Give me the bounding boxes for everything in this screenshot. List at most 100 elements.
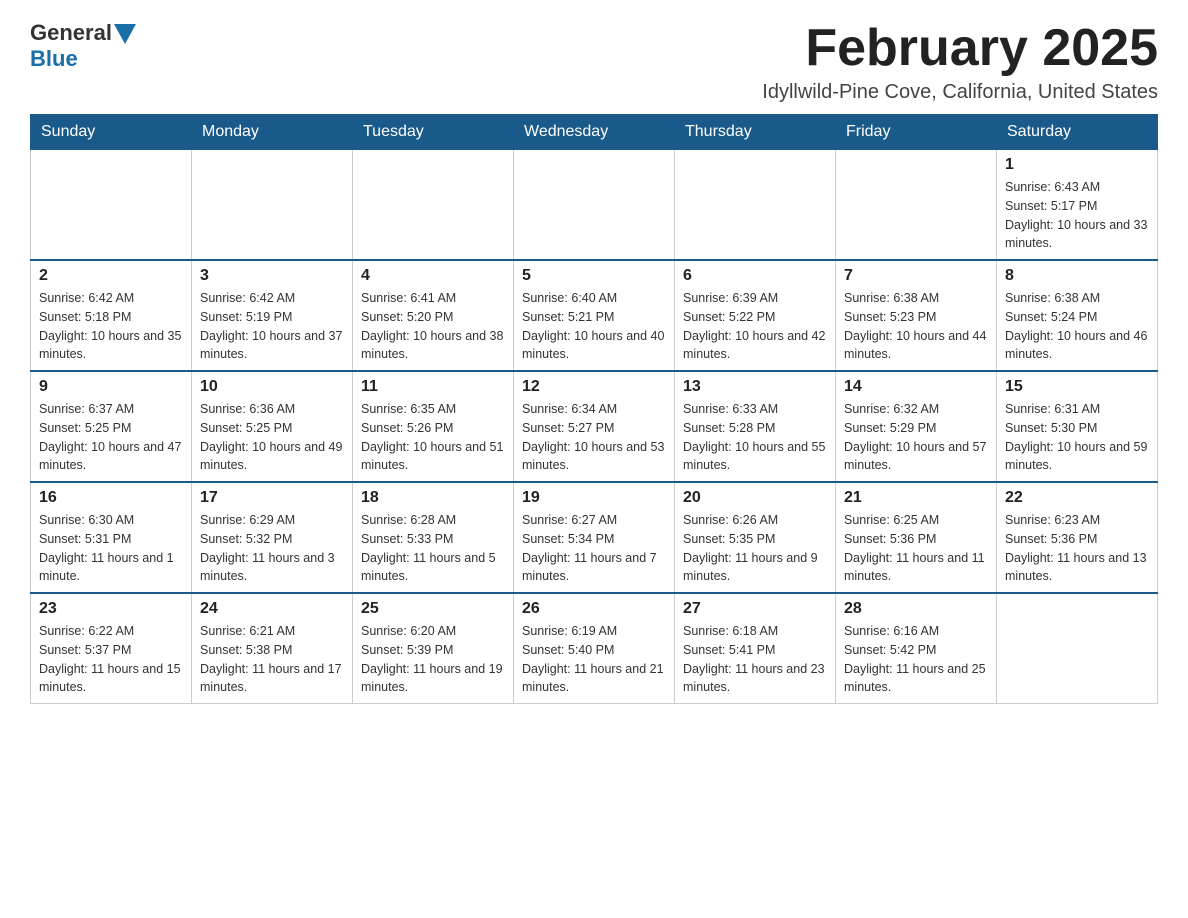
calendar-cell: 12Sunrise: 6:34 AM Sunset: 5:27 PM Dayli…: [514, 371, 675, 482]
day-number: 18: [361, 489, 505, 507]
title-section: February 2025 Idyllwild-Pine Cove, Calif…: [762, 20, 1158, 104]
calendar-cell: 13 Sunrise: 6:33 AM Sunset: 5:28 PM Dayli…: [675, 371, 836, 482]
calendar-cell: 1Sunrise: 6:43 AM Sunset: 5:17 PM Daylig…: [997, 150, 1158, 261]
day-info: Sunrise: 6:25 AM Sunset: 5:36 PM Dayligh…: [844, 511, 988, 586]
calendar-cell: [997, 593, 1158, 704]
day-number: 20: [683, 489, 827, 507]
subtitle: Idyllwild-Pine Cove, California, United …: [762, 81, 1158, 104]
day-number: 11: [361, 378, 505, 396]
day-info: Sunrise: 6:16 AM Sunset: 5:42 PM Dayligh…: [844, 622, 988, 697]
days-of-week-row: Sunday Monday Tuesday Wednesday Thursday…: [31, 115, 1158, 150]
day-info: Sunrise: 6:41 AM Sunset: 5:20 PM Dayligh…: [361, 289, 505, 364]
day-number: 13: [683, 378, 827, 396]
day-number: 6: [683, 267, 827, 285]
col-tuesday: Tuesday: [353, 115, 514, 150]
day-info: Sunrise: 6:42 AM Sunset: 5:18 PM Dayligh…: [39, 289, 183, 364]
day-number: 23: [39, 600, 183, 618]
day-info: Sunrise: 6:39 AM Sunset: 5:22 PM Dayligh…: [683, 289, 827, 364]
day-info: Sunrise: 6:34 AM Sunset: 5:27 PM Dayligh…: [522, 400, 666, 475]
day-info: Sunrise: 6:38 AM Sunset: 5:24 PM Dayligh…: [1005, 289, 1149, 364]
main-title: February 2025: [762, 20, 1158, 77]
calendar-cell: 5Sunrise: 6:40 AM Sunset: 5:21 PM Daylig…: [514, 260, 675, 371]
col-wednesday: Wednesday: [514, 115, 675, 150]
day-number: 17: [200, 489, 344, 507]
day-info: Sunrise: 6:36 AM Sunset: 5:25 PM Dayligh…: [200, 400, 344, 475]
calendar-cell: [514, 150, 675, 261]
calendar-cell: 14 Sunrise: 6:32 AM Sunset: 5:29 PM Dayli…: [836, 371, 997, 482]
calendar-cell: [353, 150, 514, 261]
day-number: 15: [1005, 378, 1149, 396]
day-info: Sunrise: 6:21 AM Sunset: 5:38 PM Dayligh…: [200, 622, 344, 697]
day-number: 28: [844, 600, 988, 618]
calendar-cell: 27Sunrise: 6:18 AM Sunset: 5:41 PM Dayli…: [675, 593, 836, 704]
day-info: Sunrise: 6:22 AM Sunset: 5:37 PM Dayligh…: [39, 622, 183, 697]
page-header: General Blue February 2025 Idyllwild-Pin…: [30, 20, 1158, 104]
day-info: Sunrise: 6:35 AM Sunset: 5:26 PM Dayligh…: [361, 400, 505, 475]
day-number: 3: [200, 267, 344, 285]
col-sunday: Sunday: [31, 115, 192, 150]
calendar-cell: [31, 150, 192, 261]
calendar-cell: [192, 150, 353, 261]
calendar-body: 1Sunrise: 6:43 AM Sunset: 5:17 PM Daylig…: [31, 150, 1158, 704]
calendar-week-2: 2 Sunrise: 6:42 AM Sunset: 5:18 PM Daylig…: [31, 260, 1158, 371]
calendar-cell: 28 Sunrise: 6:16 AM Sunset: 5:42 PM Dayli…: [836, 593, 997, 704]
calendar-cell: [836, 150, 997, 261]
col-monday: Monday: [192, 115, 353, 150]
day-info: Sunrise: 6:27 AM Sunset: 5:34 PM Dayligh…: [522, 511, 666, 586]
day-number: 2: [39, 267, 183, 285]
day-info: Sunrise: 6:23 AM Sunset: 5:36 PM Dayligh…: [1005, 511, 1149, 586]
calendar-week-1: 1Sunrise: 6:43 AM Sunset: 5:17 PM Daylig…: [31, 150, 1158, 261]
calendar-cell: 10 Sunrise: 6:36 AM Sunset: 5:25 PM Dayli…: [192, 371, 353, 482]
day-info: Sunrise: 6:20 AM Sunset: 5:39 PM Dayligh…: [361, 622, 505, 697]
calendar-cell: 9 Sunrise: 6:37 AM Sunset: 5:25 PM Daylig…: [31, 371, 192, 482]
day-number: 14: [844, 378, 988, 396]
calendar-cell: 20 Sunrise: 6:26 AM Sunset: 5:35 PM Dayli…: [675, 482, 836, 593]
logo-blue-text: Blue: [30, 46, 136, 72]
calendar-cell: 4 Sunrise: 6:41 AM Sunset: 5:20 PM Daylig…: [353, 260, 514, 371]
day-info: Sunrise: 6:31 AM Sunset: 5:30 PM Dayligh…: [1005, 400, 1149, 475]
logo: General Blue: [30, 20, 136, 72]
calendar-cell: 22 Sunrise: 6:23 AM Sunset: 5:36 PM Dayli…: [997, 482, 1158, 593]
calendar-cell: [675, 150, 836, 261]
calendar-cell: 17 Sunrise: 6:29 AM Sunset: 5:32 PM Dayli…: [192, 482, 353, 593]
day-info: Sunrise: 6:26 AM Sunset: 5:35 PM Dayligh…: [683, 511, 827, 586]
col-friday: Friday: [836, 115, 997, 150]
day-number: 22: [1005, 489, 1149, 507]
day-info: Sunrise: 6:42 AM Sunset: 5:19 PM Dayligh…: [200, 289, 344, 364]
day-number: 26: [522, 600, 666, 618]
calendar-cell: 6 Sunrise: 6:39 AM Sunset: 5:22 PM Daylig…: [675, 260, 836, 371]
day-info: Sunrise: 6:38 AM Sunset: 5:23 PM Dayligh…: [844, 289, 988, 364]
day-info: Sunrise: 6:43 AM Sunset: 5:17 PM Dayligh…: [1005, 178, 1149, 253]
calendar-week-3: 9 Sunrise: 6:37 AM Sunset: 5:25 PM Daylig…: [31, 371, 1158, 482]
calendar-cell: 18 Sunrise: 6:28 AM Sunset: 5:33 PM Dayli…: [353, 482, 514, 593]
logo-general-text: General: [30, 20, 112, 46]
day-number: 10: [200, 378, 344, 396]
calendar-cell: 16 Sunrise: 6:30 AM Sunset: 5:31 PM Dayli…: [31, 482, 192, 593]
calendar-cell: 2 Sunrise: 6:42 AM Sunset: 5:18 PM Daylig…: [31, 260, 192, 371]
day-number: 9: [39, 378, 183, 396]
day-number: 5: [522, 267, 666, 285]
col-saturday: Saturday: [997, 115, 1158, 150]
calendar-cell: 25 Sunrise: 6:20 AM Sunset: 5:39 PM Dayli…: [353, 593, 514, 704]
day-info: Sunrise: 6:18 AM Sunset: 5:41 PM Dayligh…: [683, 622, 827, 697]
day-number: 19: [522, 489, 666, 507]
calendar-cell: 3 Sunrise: 6:42 AM Sunset: 5:19 PM Daylig…: [192, 260, 353, 371]
day-number: 21: [844, 489, 988, 507]
day-number: 16: [39, 489, 183, 507]
day-info: Sunrise: 6:37 AM Sunset: 5:25 PM Dayligh…: [39, 400, 183, 475]
day-info: Sunrise: 6:30 AM Sunset: 5:31 PM Dayligh…: [39, 511, 183, 586]
day-info: Sunrise: 6:19 AM Sunset: 5:40 PM Dayligh…: [522, 622, 666, 697]
day-number: 8: [1005, 267, 1149, 285]
calendar-cell: 26 Sunrise: 6:19 AM Sunset: 5:40 PM Dayli…: [514, 593, 675, 704]
day-number: 25: [361, 600, 505, 618]
calendar-cell: 7Sunrise: 6:38 AM Sunset: 5:23 PM Daylig…: [836, 260, 997, 371]
day-info: Sunrise: 6:29 AM Sunset: 5:32 PM Dayligh…: [200, 511, 344, 586]
day-number: 24: [200, 600, 344, 618]
calendar-week-4: 16 Sunrise: 6:30 AM Sunset: 5:31 PM Dayli…: [31, 482, 1158, 593]
calendar-header: Sunday Monday Tuesday Wednesday Thursday…: [31, 115, 1158, 150]
day-number: 4: [361, 267, 505, 285]
calendar-cell: 19 Sunrise: 6:27 AM Sunset: 5:34 PM Dayli…: [514, 482, 675, 593]
day-info: Sunrise: 6:32 AM Sunset: 5:29 PM Dayligh…: [844, 400, 988, 475]
day-info: Sunrise: 6:33 AM Sunset: 5:28 PM Dayligh…: [683, 400, 827, 475]
day-info: Sunrise: 6:28 AM Sunset: 5:33 PM Dayligh…: [361, 511, 505, 586]
